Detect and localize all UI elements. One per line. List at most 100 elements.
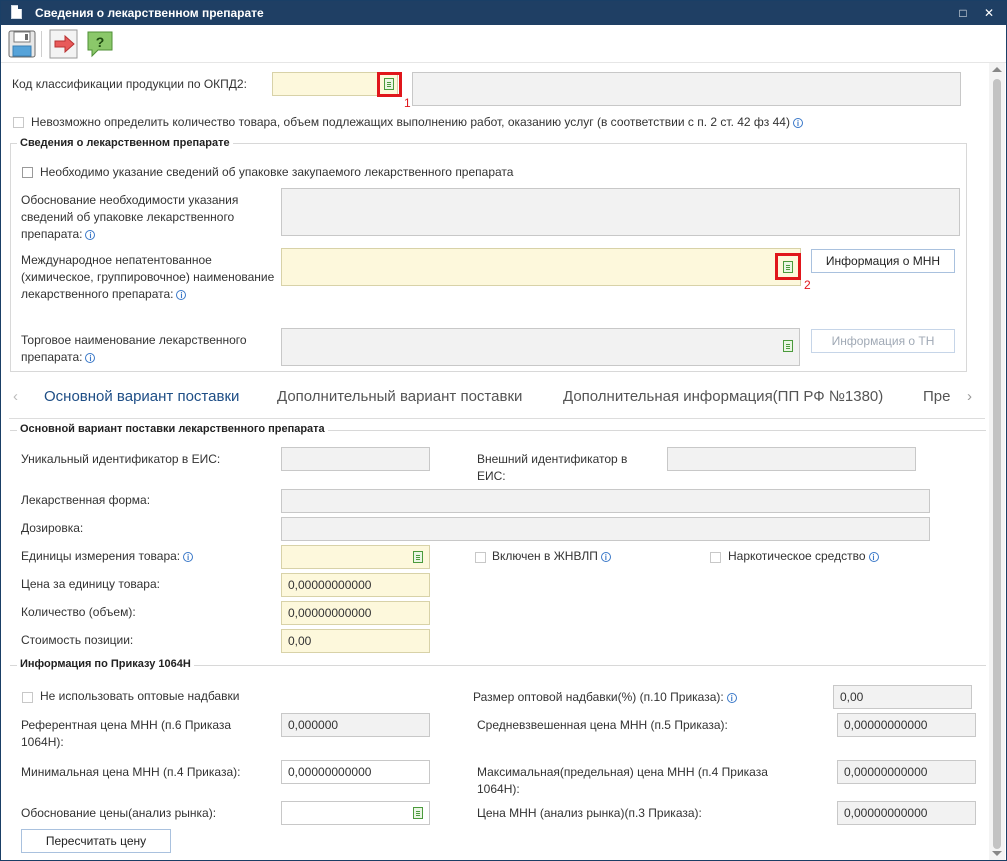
no-markup-checkbox[interactable]	[22, 692, 33, 703]
min-price-input[interactable]: 0,00000000000	[281, 760, 430, 784]
justify-price-picker-button[interactable]	[411, 806, 425, 820]
okpd-label: Код классификации продукции по ОКПД2:	[12, 77, 247, 91]
inn-info-button[interactable]: Информация о МНН	[811, 249, 955, 273]
list-picker-icon	[413, 551, 423, 563]
max-price-field: 0,00000000000	[837, 760, 976, 784]
zhnvlp-label: Включен в ЖНВЛП i	[492, 548, 611, 565]
save-button[interactable]	[7, 29, 37, 59]
package-checkbox[interactable]	[22, 167, 33, 178]
list-picker-icon	[783, 340, 793, 352]
annotation-box-2	[775, 253, 801, 280]
info-icon[interactable]: i	[183, 551, 194, 562]
price-label: Цена за единицу товара:	[21, 577, 160, 591]
inn-label: Международное непатентованное (химическо…	[21, 253, 275, 301]
trade-name-field	[281, 328, 800, 366]
markup-field: 0,00	[833, 685, 972, 709]
justify-price-label: Обоснование цены(анализ рынка):	[21, 806, 217, 820]
title-bar: Сведения о лекарственном препарате □ ✕	[1, 1, 1006, 25]
annotation-number-2: 2	[804, 278, 811, 292]
quantity-input[interactable]: 0,00000000000	[281, 601, 430, 625]
info-icon[interactable]: i	[176, 289, 187, 300]
dialog-window: Сведения о лекарственном препарате □ ✕ ?…	[0, 0, 1007, 861]
svg-text:?: ?	[96, 34, 105, 50]
eis-id-label: Уникальный идентификатор в ЕИС:	[21, 452, 221, 466]
narcotic-label: Наркотическое средство i	[728, 548, 879, 565]
main-variant-title: Основной вариант поставки лекарственного…	[17, 423, 328, 435]
tab-bar: ‹ Основной вариант поставки Дополнительн…	[9, 377, 985, 419]
cost-label: Стоимость позиции:	[21, 633, 134, 647]
units-input[interactable]	[281, 545, 430, 569]
ext-id-label: Внешний идентификатор в ЕИС:	[477, 452, 628, 483]
ref-price-field: 0,000000	[281, 713, 430, 737]
info-icon[interactable]: i	[600, 551, 611, 562]
justification-field	[281, 188, 960, 236]
ref-price-label: Референтная цена МНН (п.6 Приказа 1064Н)…	[21, 718, 232, 749]
save-icon	[8, 30, 36, 58]
scroll-thumb[interactable]	[993, 79, 1001, 849]
min-price-label: Минимальная цена МНН (п.4 Приказа):	[21, 765, 241, 779]
tab-additional-variant[interactable]: Дополнительный вариант поставки	[277, 388, 522, 405]
eis-id-field	[281, 447, 430, 471]
help-icon: ?	[87, 31, 113, 58]
info-icon[interactable]: i	[726, 692, 737, 703]
close-button[interactable]: ✕	[979, 3, 999, 23]
justification-label: Обоснование необходимости указания сведе…	[21, 193, 239, 241]
tab-main-variant[interactable]: Основной вариант поставки	[44, 388, 239, 405]
info-icon[interactable]: i	[868, 551, 879, 562]
dosage-form-label: Лекарственная форма:	[21, 493, 151, 507]
recalc-price-button[interactable]: Пересчитать цену	[21, 829, 171, 853]
package-checkbox-label: Необходимо указание сведений об упаковке…	[40, 165, 514, 179]
tab-scroll-left-icon[interactable]: ‹	[13, 388, 18, 405]
no-markup-label: Не использовать оптовые надбавки	[40, 689, 240, 703]
document-icon	[11, 5, 22, 19]
dosage-form-field	[281, 489, 930, 513]
maximize-button[interactable]: □	[953, 3, 973, 23]
zhnvlp-checkbox[interactable]	[475, 552, 486, 563]
toolbar: ?	[1, 25, 1006, 63]
forward-button[interactable]	[49, 29, 79, 59]
quantity-label: Количество (объем):	[21, 605, 136, 619]
avg-price-field: 0,00000000000	[837, 713, 976, 737]
info-icon[interactable]: i	[85, 229, 96, 240]
drug-info-title: Сведения о лекарственном препарате	[17, 137, 233, 149]
narcotic-checkbox[interactable]	[710, 552, 721, 563]
trade-name-label: Торговое наименование лекарственного пре…	[21, 333, 247, 364]
help-button[interactable]: ?	[85, 29, 115, 59]
window-title: Сведения о лекарственном препарате	[35, 6, 264, 20]
trade-name-picker-button[interactable]	[781, 339, 795, 353]
max-price-label: Максимальная(предельная) цена МНН (п.4 П…	[477, 765, 768, 796]
markup-label: Размер оптовой надбавки(%) (п.10 Приказа…	[473, 689, 737, 706]
impossible-qty-label: Невозможно определить количество товара,…	[31, 114, 803, 131]
okpd-name-field	[412, 72, 961, 106]
market-price-label: Цена МНН (анализ рынка)(п.3 Приказа):	[477, 806, 702, 820]
dosage-label: Дозировка:	[21, 521, 84, 535]
tab-scroll-right-icon[interactable]: ›	[954, 388, 985, 405]
units-label: Единицы измерения товара: i	[21, 548, 194, 565]
tab-additional-info[interactable]: Дополнительная информация(ПП РФ №1380)	[563, 388, 883, 405]
trade-name-info-button[interactable]: Информация о ТН	[811, 329, 955, 353]
annotation-box-1	[377, 72, 402, 97]
list-picker-icon	[413, 807, 423, 819]
market-price-field: 0,00000000000	[837, 801, 976, 825]
impossible-qty-checkbox[interactable]	[13, 117, 24, 128]
scroll-down-icon[interactable]	[992, 851, 1002, 856]
justify-price-input[interactable]	[281, 801, 430, 825]
order-title: Информация по Приказу 1064Н	[17, 658, 194, 670]
scroll-up-icon[interactable]	[992, 67, 1002, 72]
annotation-number-1: 1	[404, 96, 411, 110]
dosage-field	[281, 517, 930, 541]
close-icon: ✕	[983, 6, 995, 20]
forward-arrow-icon	[49, 29, 78, 59]
ext-id-field	[667, 447, 916, 471]
info-icon[interactable]: i	[85, 352, 96, 363]
vertical-scrollbar[interactable]	[989, 63, 1005, 860]
maximize-icon: □	[959, 6, 967, 20]
units-picker-button[interactable]	[411, 550, 425, 564]
tab-more[interactable]: Пре	[923, 388, 950, 405]
inn-input[interactable]	[281, 248, 801, 286]
avg-price-label: Средневзвешенная цена МНН (п.5 Приказа):	[477, 718, 728, 732]
toolbar-separator	[41, 31, 42, 57]
cost-input[interactable]: 0,00	[281, 629, 430, 653]
price-input[interactable]: 0,00000000000	[281, 573, 430, 597]
info-icon[interactable]: i	[792, 117, 803, 128]
